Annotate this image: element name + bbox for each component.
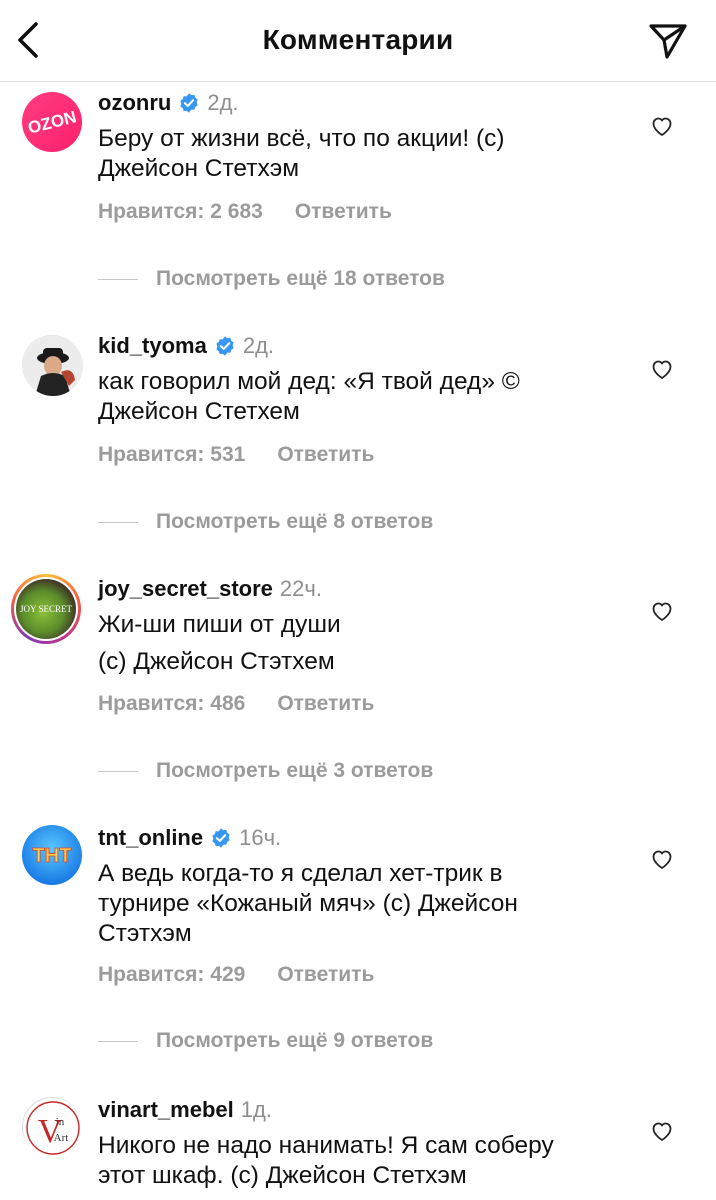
divider	[98, 278, 138, 280]
heart-icon[interactable]	[650, 114, 674, 138]
comment-text: Беру от жизни всё, что по акции! (с) Дже…	[98, 125, 505, 182]
view-more-replies[interactable]: Посмотреть ещё 9 ответов	[98, 1029, 433, 1053]
verified-badge-icon	[216, 336, 234, 356]
username[interactable]: ozonru	[98, 90, 171, 116]
comment-text: как говорил мой дед: «Я твой дед» © Джей…	[98, 368, 520, 425]
comment-item: OZON ozonru 2д. Беру от жизни всё, что п…	[0, 88, 716, 291]
comment-item: JOY SECRET joy_secret_store 22ч. Жи-ши п…	[0, 574, 716, 784]
tnt-logo: THT	[32, 845, 72, 868]
divider	[98, 1040, 138, 1042]
reply-button[interactable]: Ответить	[277, 963, 374, 987]
divider	[98, 770, 138, 772]
svg-text:in: in	[56, 1116, 65, 1128]
reply-button[interactable]: Ответить	[277, 443, 374, 467]
ozon-logo: OZON	[26, 107, 78, 137]
comment-text: Никого не надо нанимать! Я сам соберу эт…	[98, 1132, 554, 1189]
svg-text:OZON: OZON	[26, 107, 78, 137]
view-more-replies[interactable]: Посмотреть ещё 18 ответов	[98, 267, 445, 291]
avatar[interactable]: THT	[22, 825, 82, 885]
timestamp: 2д.	[207, 90, 239, 115]
username[interactable]: kid_tyoma	[98, 333, 207, 359]
avatar[interactable]: V in Art	[22, 1097, 83, 1158]
view-more-replies[interactable]: Посмотреть ещё 3 ответов	[98, 759, 433, 783]
username[interactable]: tnt_online	[98, 825, 203, 851]
heart-icon[interactable]	[650, 357, 674, 381]
profile-photo	[23, 336, 83, 396]
reply-button[interactable]: Ответить	[295, 200, 392, 224]
comment-text: А ведь когда-то я сделал хет-трик в турн…	[98, 860, 518, 947]
heart-icon[interactable]	[650, 599, 674, 623]
comment-item: kid_tyoma 2д. как говорил мой дед: «Я тв…	[0, 331, 716, 534]
verified-badge-icon	[212, 828, 230, 848]
likes-count[interactable]: Нравится: 531	[98, 443, 245, 467]
divider	[98, 521, 138, 523]
joy-secret-logo: JOY SECRET	[20, 604, 72, 614]
username[interactable]: joy_secret_store	[98, 576, 273, 602]
heart-icon[interactable]	[650, 847, 674, 871]
comment-item: THT tnt_online 16ч. А ведь когда-то я сд…	[0, 823, 716, 1063]
page-title: Комментарии	[262, 24, 454, 55]
reply-button[interactable]: Ответить	[277, 692, 374, 716]
avatar[interactable]: JOY SECRET	[16, 579, 76, 639]
view-more-replies[interactable]: Посмотреть ещё 8 ответов	[98, 510, 433, 534]
share-button[interactable]	[646, 20, 690, 62]
avatar[interactable]	[22, 335, 83, 396]
comment-text: Жи-ши пиши от души (с) Джейсон Стэтхем	[98, 611, 341, 675]
svg-text:THT: THT	[33, 845, 72, 867]
svg-text:Art: Art	[54, 1132, 69, 1144]
username[interactable]: vinart_mebel	[98, 1097, 234, 1123]
paper-plane-icon	[649, 24, 687, 59]
likes-count[interactable]: Нравится: 429	[98, 963, 245, 987]
avatar[interactable]: OZON	[22, 92, 82, 152]
timestamp: 22ч.	[279, 576, 322, 601]
heart-icon[interactable]	[650, 1119, 674, 1143]
timestamp: 1д.	[240, 1097, 272, 1122]
timestamp: 2д.	[242, 333, 275, 358]
likes-count[interactable]: Нравится: 486	[98, 692, 245, 716]
header: Комментарии	[0, 0, 716, 82]
likes-count[interactable]: Нравится: 2 683	[98, 200, 263, 224]
timestamp: 16ч.	[239, 825, 282, 850]
svg-text:JOY SECRET: JOY SECRET	[20, 604, 72, 614]
vinart-logo: V in Art	[26, 1101, 80, 1155]
verified-badge-icon	[180, 93, 198, 113]
comment-item: V in Art vinart_mebel 1д. Никого не надо…	[0, 1095, 716, 1200]
